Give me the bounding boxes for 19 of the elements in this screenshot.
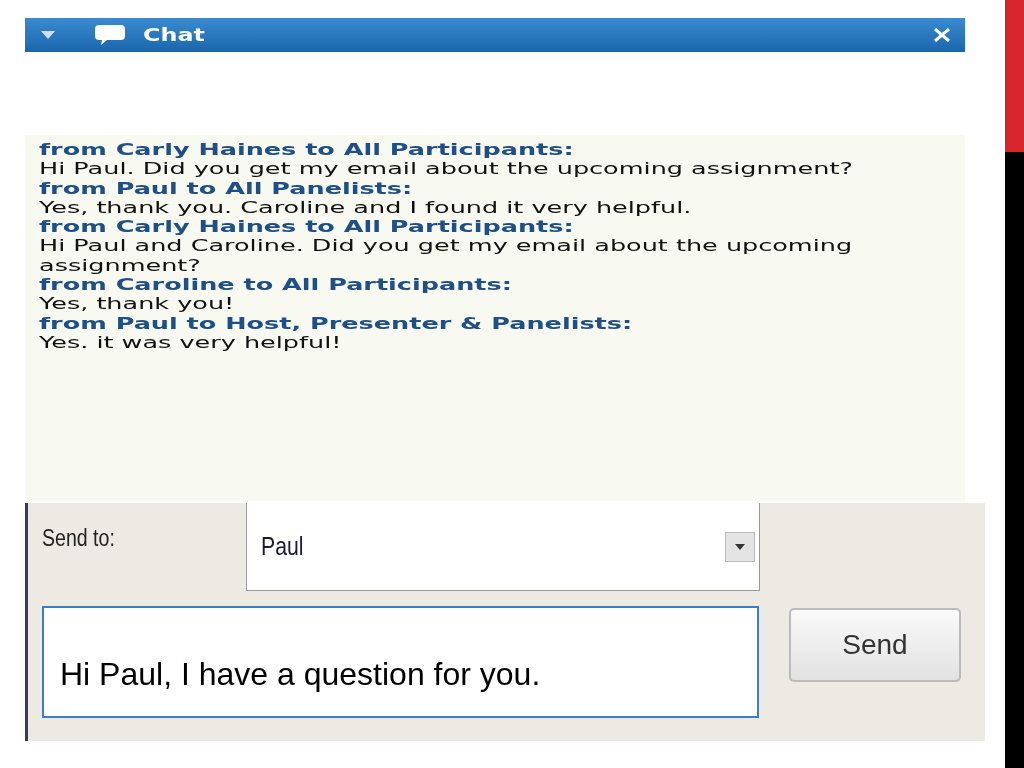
speech-bubble-icon [95, 25, 125, 45]
message-sender: from Carly Haines to All Participants: [39, 141, 575, 161]
message-text: Yes, thank you. Caroline and I found it very helpful. [39, 198, 693, 219]
recipient-dropdown[interactable]: Paul [246, 503, 760, 591]
send-to-label: Send to: [42, 525, 116, 552]
send-button[interactable]: Send [789, 608, 961, 682]
message-sender: from Paul to All Panelists: [39, 179, 414, 199]
message-text: Hi Paul and Caroline. Did you get my email about the upcoming assignment? [39, 237, 854, 277]
message-sender: from Carly Haines to All Participants: [39, 218, 575, 238]
window-title: Chat [143, 25, 205, 45]
message-field[interactable]: Hi Paul, I have a question for you. [42, 606, 759, 718]
message-sender: from Paul to Host, Presenter & Panelists: [39, 314, 634, 334]
close-icon[interactable] [933, 28, 951, 42]
collapse-triangle-icon[interactable] [41, 31, 55, 39]
message-text: Yes. it was very helpful! [39, 333, 343, 354]
message-text: Yes, thank you! [39, 295, 236, 315]
message-sender: from Caroline to All Participants: [39, 276, 513, 296]
caret-icon[interactable] [725, 531, 755, 562]
message-text: Hi Paul. Did you get my email about the upcoming assignment? [39, 160, 854, 180]
